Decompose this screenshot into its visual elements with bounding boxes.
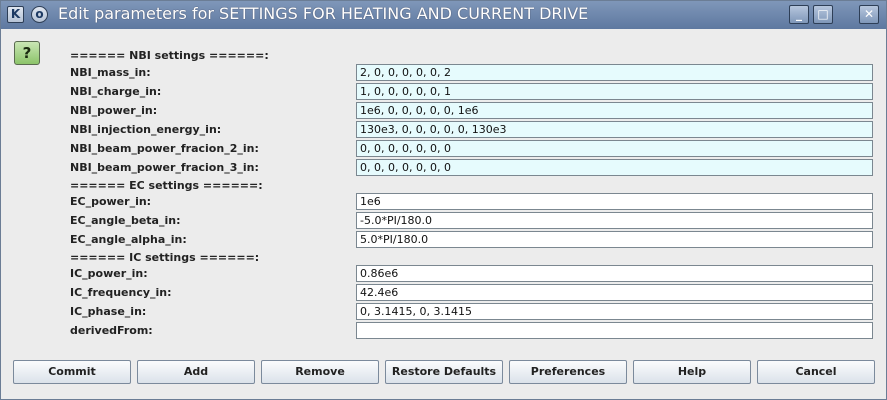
title-bar[interactable]: K o Edit parameters for SETTINGS FOR HEA… (1, 1, 886, 29)
section-header-ic: ====== IC settings ======: (70, 251, 260, 264)
preferences-button[interactable]: Preferences (509, 360, 627, 384)
param-field-nbi-power[interactable] (356, 102, 873, 119)
param-label-ic-frequency: IC_frequency_in: (70, 286, 172, 299)
cancel-button[interactable]: Cancel (757, 360, 875, 384)
param-field-ec-angle-beta[interactable] (356, 212, 873, 229)
remove-button[interactable]: Remove (261, 360, 379, 384)
param-label-ic-phase: IC_phase_in: (70, 305, 147, 318)
help-button[interactable]: Help (633, 360, 751, 384)
minimize-button[interactable]: _ (789, 5, 809, 24)
param-field-nbi-charge[interactable] (356, 83, 873, 100)
close-button[interactable]: ✕ (859, 5, 879, 24)
param-field-nbi-beam-fraction-3[interactable] (356, 159, 873, 176)
param-label-derived-from: derivedFrom: (70, 324, 153, 337)
param-label-ic-power: IC_power_in: (70, 267, 148, 280)
param-label-nbi-beam-fraction-2: NBI_beam_power_fracion_2_in: (70, 142, 259, 155)
param-field-nbi-injection-energy[interactable] (356, 121, 873, 138)
param-field-ic-power[interactable] (356, 265, 873, 282)
restore-defaults-button[interactable]: Restore Defaults (385, 360, 503, 384)
param-label-nbi-beam-fraction-3: NBI_beam_power_fracion_3_in: (70, 161, 259, 174)
param-label-nbi-mass: NBI_mass_in: (70, 66, 151, 79)
param-field-ec-angle-alpha[interactable] (356, 231, 873, 248)
app-icon[interactable]: K (7, 6, 24, 23)
param-label-ec-angle-beta: EC_angle_beta_in: (70, 214, 181, 227)
param-label-ec-angle-alpha: EC_angle_alpha_in: (70, 233, 187, 246)
param-label-nbi-charge: NBI_charge_in: (70, 85, 162, 98)
param-field-nbi-beam-fraction-2[interactable] (356, 140, 873, 157)
param-field-ic-frequency[interactable] (356, 284, 873, 301)
param-label-nbi-power: NBI_power_in: (70, 104, 158, 117)
window-title: Edit parameters for SETTINGS FOR HEATING… (58, 4, 589, 23)
section-header-nbi: ====== NBI settings ======: (70, 49, 269, 62)
maximize-button[interactable]: □ (813, 5, 833, 24)
param-field-nbi-mass[interactable] (356, 64, 873, 81)
param-label-ec-power: EC_power_in: (70, 195, 152, 208)
add-button[interactable]: Add (137, 360, 255, 384)
commit-button[interactable]: Commit (13, 360, 131, 384)
window-menu-icon[interactable]: o (31, 6, 48, 23)
param-field-derived-from[interactable] (356, 322, 873, 339)
param-field-ec-power[interactable] (356, 193, 873, 210)
section-header-ec: ====== EC settings ======: (70, 179, 263, 192)
context-help-button[interactable]: ? (14, 41, 40, 65)
param-field-ic-phase[interactable] (356, 303, 873, 320)
edit-parameters-dialog: K o Edit parameters for SETTINGS FOR HEA… (0, 0, 887, 400)
param-label-nbi-injection-energy: NBI_injection_energy_in: (70, 123, 222, 136)
